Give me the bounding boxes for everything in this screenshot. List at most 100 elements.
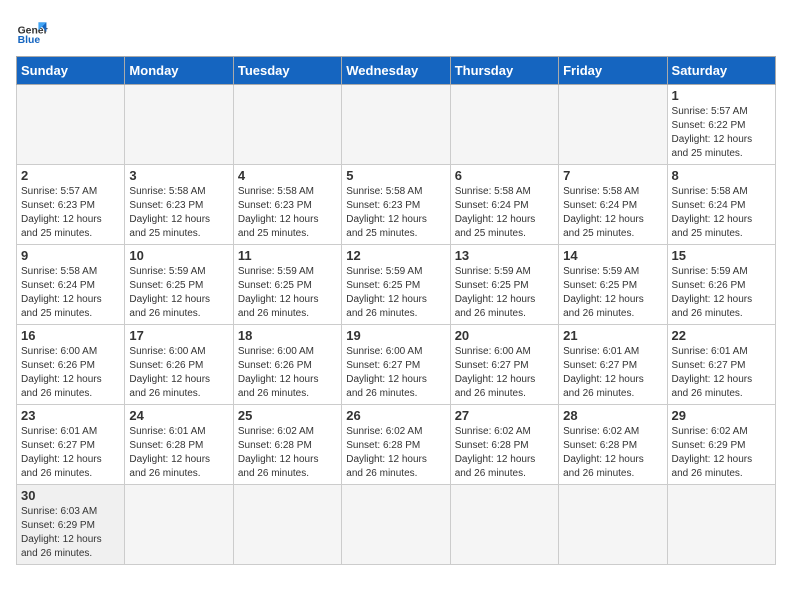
day-info: Sunrise: 5:59 AMSunset: 6:25 PMDaylight:…	[129, 265, 228, 321]
calendar-cell: 7 Sunrise: 5:58 AMSunset: 6:24 PMDaylight…	[559, 165, 667, 245]
day-number: 29	[672, 408, 771, 423]
calendar-cell: 23 Sunrise: 6:01 AMSunset: 6:27 PMDayligh…	[17, 405, 125, 485]
calendar-cell: 16Sunrise: 6:00 AMSunset: 6:26 PMDayligh…	[17, 325, 125, 405]
weekday-header: Sunday	[17, 57, 125, 85]
calendar-cell: 25Sunrise: 6:02 AMSunset: 6:28 PMDayligh…	[233, 405, 341, 485]
day-number: 22	[672, 328, 771, 343]
calendar-cell: 26 Sunrise: 6:02 AMSunset: 6:28 PMDayligh…	[342, 405, 450, 485]
day-info: Sunrise: 6:01 AMSunset: 6:27 PMDaylight:…	[563, 345, 662, 401]
weekday-header: Friday	[559, 57, 667, 85]
day-number: 1	[672, 88, 771, 103]
calendar-cell: 17 Sunrise: 6:00 AMSunset: 6:26 PMDayligh…	[125, 325, 233, 405]
calendar-cell	[450, 85, 558, 165]
weekday-header: Tuesday	[233, 57, 341, 85]
day-number: 18	[238, 328, 337, 343]
day-number: 6	[455, 168, 554, 183]
day-number: 12	[346, 248, 445, 263]
calendar-cell	[125, 485, 233, 565]
day-number: 9	[21, 248, 120, 263]
calendar-cell: 28 Sunrise: 6:02 AMSunset: 6:28 PMDayligh…	[559, 405, 667, 485]
calendar-cell: 8Sunrise: 5:58 AMSunset: 6:24 PMDaylight…	[667, 165, 775, 245]
calendar-cell: 5 Sunrise: 5:58 AMSunset: 6:23 PMDaylight…	[342, 165, 450, 245]
calendar-cell	[450, 485, 558, 565]
calendar-row: 30 Sunrise: 6:03 AMSunset: 6:29 PMDayligh…	[17, 485, 776, 565]
day-number: 28	[563, 408, 662, 423]
day-info: Sunrise: 6:00 AMSunset: 6:27 PMDaylight:…	[455, 345, 554, 401]
calendar-cell	[559, 485, 667, 565]
day-number: 7	[563, 168, 662, 183]
day-info: Sunrise: 5:58 AMSunset: 6:23 PMDaylight:…	[346, 185, 445, 241]
day-info: Sunrise: 6:01 AMSunset: 6:27 PMDaylight:…	[21, 425, 120, 481]
day-number: 17	[129, 328, 228, 343]
day-number: 19	[346, 328, 445, 343]
calendar-cell: 24Sunrise: 6:01 AMSunset: 6:28 PMDayligh…	[125, 405, 233, 485]
day-number: 23	[21, 408, 120, 423]
day-info: Sunrise: 6:00 AMSunset: 6:27 PMDaylight:…	[346, 345, 445, 401]
calendar-cell	[342, 485, 450, 565]
day-info: Sunrise: 6:02 AMSunset: 6:28 PMDaylight:…	[346, 425, 445, 481]
day-number: 13	[455, 248, 554, 263]
calendar-row: 23 Sunrise: 6:01 AMSunset: 6:27 PMDayligh…	[17, 405, 776, 485]
weekday-header-row: SundayMondayTuesdayWednesdayThursdayFrid…	[17, 57, 776, 85]
day-info: Sunrise: 5:58 AMSunset: 6:24 PMDaylight:…	[455, 185, 554, 241]
day-info: Sunrise: 5:59 AMSunset: 6:25 PMDaylight:…	[238, 265, 337, 321]
calendar-row: 9 Sunrise: 5:58 AMSunset: 6:24 PMDaylight…	[17, 245, 776, 325]
day-number: 20	[455, 328, 554, 343]
svg-text:Blue: Blue	[18, 35, 41, 46]
day-number: 4	[238, 168, 337, 183]
day-number: 24	[129, 408, 228, 423]
calendar-row: 1 Sunrise: 5:57 AMSunset: 6:22 PMDaylight…	[17, 85, 776, 165]
calendar-cell: 12 Sunrise: 5:59 AMSunset: 6:25 PMDayligh…	[342, 245, 450, 325]
day-number: 3	[129, 168, 228, 183]
day-number: 2	[21, 168, 120, 183]
calendar-cell: 15Sunrise: 5:59 AMSunset: 6:26 PMDayligh…	[667, 245, 775, 325]
day-info: Sunrise: 6:02 AMSunset: 6:28 PMDaylight:…	[563, 425, 662, 481]
calendar-cell: 1 Sunrise: 5:57 AMSunset: 6:22 PMDaylight…	[667, 85, 775, 165]
day-info: Sunrise: 6:02 AMSunset: 6:28 PMDaylight:…	[238, 425, 337, 481]
calendar-cell	[342, 85, 450, 165]
calendar-row: 2Sunrise: 5:57 AMSunset: 6:23 PMDaylight…	[17, 165, 776, 245]
day-number: 16	[21, 328, 120, 343]
day-info: Sunrise: 5:59 AMSunset: 6:25 PMDaylight:…	[346, 265, 445, 321]
calendar-cell: 30 Sunrise: 6:03 AMSunset: 6:29 PMDayligh…	[17, 485, 125, 565]
day-info: Sunrise: 5:58 AMSunset: 6:24 PMDaylight:…	[563, 185, 662, 241]
logo: General Blue	[16, 16, 48, 48]
day-number: 14	[563, 248, 662, 263]
weekday-header: Saturday	[667, 57, 775, 85]
calendar-cell: 13 Sunrise: 5:59 AMSunset: 6:25 PMDayligh…	[450, 245, 558, 325]
day-info: Sunrise: 6:01 AMSunset: 6:27 PMDaylight:…	[672, 345, 771, 401]
calendar-cell: 4 Sunrise: 5:58 AMSunset: 6:23 PMDaylight…	[233, 165, 341, 245]
calendar-cell: 29 Sunrise: 6:02 AMSunset: 6:29 PMDayligh…	[667, 405, 775, 485]
day-info: Sunrise: 5:59 AMSunset: 6:25 PMDaylight:…	[455, 265, 554, 321]
calendar-table: SundayMondayTuesdayWednesdayThursdayFrid…	[16, 56, 776, 565]
day-info: Sunrise: 5:59 AMSunset: 6:25 PMDaylight:…	[563, 265, 662, 321]
day-info: Sunrise: 5:58 AMSunset: 6:24 PMDaylight:…	[21, 265, 120, 321]
calendar-cell	[17, 85, 125, 165]
day-number: 21	[563, 328, 662, 343]
day-info: Sunrise: 6:00 AMSunset: 6:26 PMDaylight:…	[129, 345, 228, 401]
calendar-cell	[125, 85, 233, 165]
calendar-cell: 3Sunrise: 5:58 AMSunset: 6:23 PMDaylight…	[125, 165, 233, 245]
calendar-cell: 18 Sunrise: 6:00 AMSunset: 6:26 PMDayligh…	[233, 325, 341, 405]
calendar-cell	[233, 485, 341, 565]
day-info: Sunrise: 5:58 AMSunset: 6:23 PMDaylight:…	[238, 185, 337, 241]
page-header: General Blue	[16, 16, 776, 48]
calendar-cell: 11Sunrise: 5:59 AMSunset: 6:25 PMDayligh…	[233, 245, 341, 325]
day-number: 10	[129, 248, 228, 263]
day-number: 26	[346, 408, 445, 423]
day-number: 30	[21, 488, 120, 503]
day-info: Sunrise: 6:00 AMSunset: 6:26 PMDaylight:…	[238, 345, 337, 401]
day-info: Sunrise: 6:02 AMSunset: 6:29 PMDaylight:…	[672, 425, 771, 481]
calendar-cell: 20 Sunrise: 6:00 AMSunset: 6:27 PMDayligh…	[450, 325, 558, 405]
day-info: Sunrise: 5:57 AMSunset: 6:22 PMDaylight:…	[672, 105, 771, 161]
day-number: 27	[455, 408, 554, 423]
day-info: Sunrise: 6:03 AMSunset: 6:29 PMDaylight:…	[21, 505, 120, 561]
calendar-cell: 14 Sunrise: 5:59 AMSunset: 6:25 PMDayligh…	[559, 245, 667, 325]
day-number: 5	[346, 168, 445, 183]
calendar-cell: 2Sunrise: 5:57 AMSunset: 6:23 PMDaylight…	[17, 165, 125, 245]
weekday-header: Thursday	[450, 57, 558, 85]
calendar-cell: 21 Sunrise: 6:01 AMSunset: 6:27 PMDayligh…	[559, 325, 667, 405]
day-info: Sunrise: 6:02 AMSunset: 6:28 PMDaylight:…	[455, 425, 554, 481]
calendar-cell	[667, 485, 775, 565]
calendar-cell: 10 Sunrise: 5:59 AMSunset: 6:25 PMDayligh…	[125, 245, 233, 325]
